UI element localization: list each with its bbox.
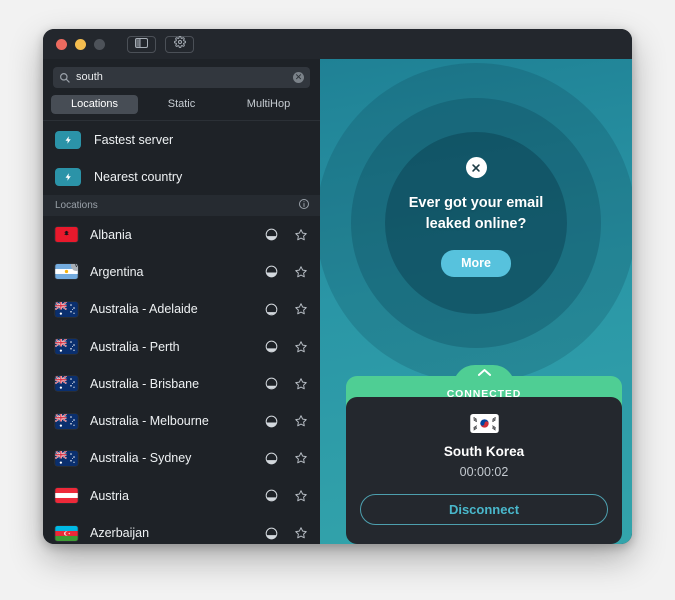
favorite-star-icon[interactable]	[294, 414, 308, 428]
promo-headline-line2: leaked online?	[425, 215, 527, 232]
sidebar: south ✕ Locations Static MultiHop Fastes…	[43, 59, 320, 544]
zoom-window-button[interactable]	[94, 38, 105, 50]
quick-action-fastest-server[interactable]: Fastest server	[43, 121, 320, 158]
quick-action-label: Nearest country	[94, 169, 183, 184]
close-icon[interactable]	[465, 157, 487, 178]
server-load-indicator	[265, 452, 278, 465]
tab-static[interactable]: Static	[138, 95, 225, 114]
country-name: Australia - Adelaide	[90, 302, 198, 317]
country-name: Australia - Sydney	[90, 451, 192, 466]
table-row[interactable]: Australia - Melbourne	[43, 402, 320, 439]
country-name: Azerbaijan	[90, 526, 150, 541]
table-row[interactable]: Australia - Brisbane	[43, 365, 320, 402]
quick-action-label: Fastest server	[94, 132, 174, 147]
section-title: Locations	[55, 200, 98, 211]
promo-more-button[interactable]: More	[441, 250, 511, 278]
table-row[interactable]: Australia - Adelaide	[43, 291, 320, 328]
flag-australia	[55, 450, 78, 466]
bolt-icon	[55, 130, 81, 149]
connection-timer: 00:00:02	[459, 465, 509, 479]
flag-australia	[55, 413, 78, 429]
sidebar-toggle-button[interactable]	[127, 35, 156, 53]
close-window-button[interactable]	[56, 38, 67, 50]
tab-multihop[interactable]: MultiHop	[225, 95, 312, 114]
info-icon[interactable]	[298, 197, 310, 215]
sidebar-panel-icon	[135, 35, 148, 53]
search-icon	[59, 72, 70, 83]
country-name: Albania	[90, 227, 132, 242]
expand-handle[interactable]	[346, 365, 622, 387]
table-row[interactable]: Azerbaijan	[43, 514, 320, 544]
promo-headline-line1: Ever got your email	[408, 195, 544, 211]
connection-card: South Korea 00:00:02 Disconnect	[346, 397, 622, 544]
tab-locations[interactable]: Locations	[51, 95, 138, 114]
chevron-up-icon[interactable]	[453, 365, 515, 387]
server-load-indicator	[265, 489, 278, 502]
promo-banner: Ever got your email leaked online? More	[320, 59, 632, 278]
flag-austria	[55, 488, 78, 504]
window-body: south ✕ Locations Static MultiHop Fastes…	[43, 59, 632, 544]
search-row: south ✕	[43, 59, 320, 88]
country-name: Australia - Melbourne	[90, 414, 209, 429]
favorite-star-icon[interactable]	[294, 451, 308, 465]
vpn-app-window: south ✕ Locations Static MultiHop Fastes…	[43, 29, 632, 544]
connection-panel: Ever got your email leaked online? More …	[320, 59, 632, 544]
table-row[interactable]: Albania	[43, 216, 320, 253]
bolt-icon	[55, 167, 81, 186]
country-name: Argentina	[90, 264, 144, 279]
table-row[interactable]: Australia - Perth	[43, 328, 320, 365]
favorite-star-icon[interactable]	[294, 265, 308, 279]
favorite-star-icon[interactable]	[294, 526, 308, 540]
disconnect-button[interactable]: Disconnect	[360, 494, 608, 525]
traffic-lights	[56, 38, 105, 50]
server-load-indicator	[265, 527, 278, 540]
connected-country-name: South Korea	[443, 444, 525, 459]
server-load-indicator	[265, 415, 278, 428]
flag-australia	[55, 376, 78, 392]
flag-australia	[55, 301, 78, 317]
search-value: south	[76, 71, 103, 83]
gear-icon	[173, 35, 186, 53]
favorite-star-icon[interactable]	[294, 340, 308, 354]
table-row[interactable]: V Argentina	[43, 253, 320, 290]
promo-headline: Ever got your email leaked online?	[409, 193, 544, 234]
server-load-indicator	[265, 228, 278, 241]
flag-albania	[55, 227, 78, 243]
favorite-star-icon[interactable]	[294, 377, 308, 391]
settings-button[interactable]	[165, 35, 194, 53]
clear-icon[interactable]: ✕	[293, 72, 304, 83]
flag-south-korea	[469, 414, 499, 433]
tab-bar: Locations Static MultiHop	[51, 95, 312, 114]
server-load-indicator	[265, 340, 278, 353]
table-row[interactable]: Australia - Sydney	[43, 440, 320, 477]
minimize-window-button[interactable]	[75, 38, 86, 50]
country-name: Australia - Brisbane	[90, 376, 200, 391]
locations-section-header: Locations	[43, 195, 320, 216]
favorite-star-icon[interactable]	[294, 302, 308, 316]
server-load-indicator	[265, 265, 278, 278]
favorite-star-icon[interactable]	[294, 489, 308, 503]
country-name: Australia - Perth	[90, 339, 180, 354]
title-bar	[43, 29, 632, 59]
flag-australia	[55, 339, 78, 355]
table-row[interactable]: Austria	[43, 477, 320, 514]
quick-action-nearest-country[interactable]: Nearest country	[43, 158, 320, 195]
favorite-star-icon[interactable]	[294, 228, 308, 242]
server-load-indicator	[265, 377, 278, 390]
server-load-indicator	[265, 303, 278, 316]
country-list[interactable]: Albania V Argentina Australia - Adelaide…	[43, 216, 320, 544]
flag-azerbaijan	[55, 525, 78, 541]
country-name: Austria	[90, 488, 129, 503]
search-input[interactable]: south ✕	[53, 67, 310, 88]
flag-argentina: V	[55, 264, 78, 280]
